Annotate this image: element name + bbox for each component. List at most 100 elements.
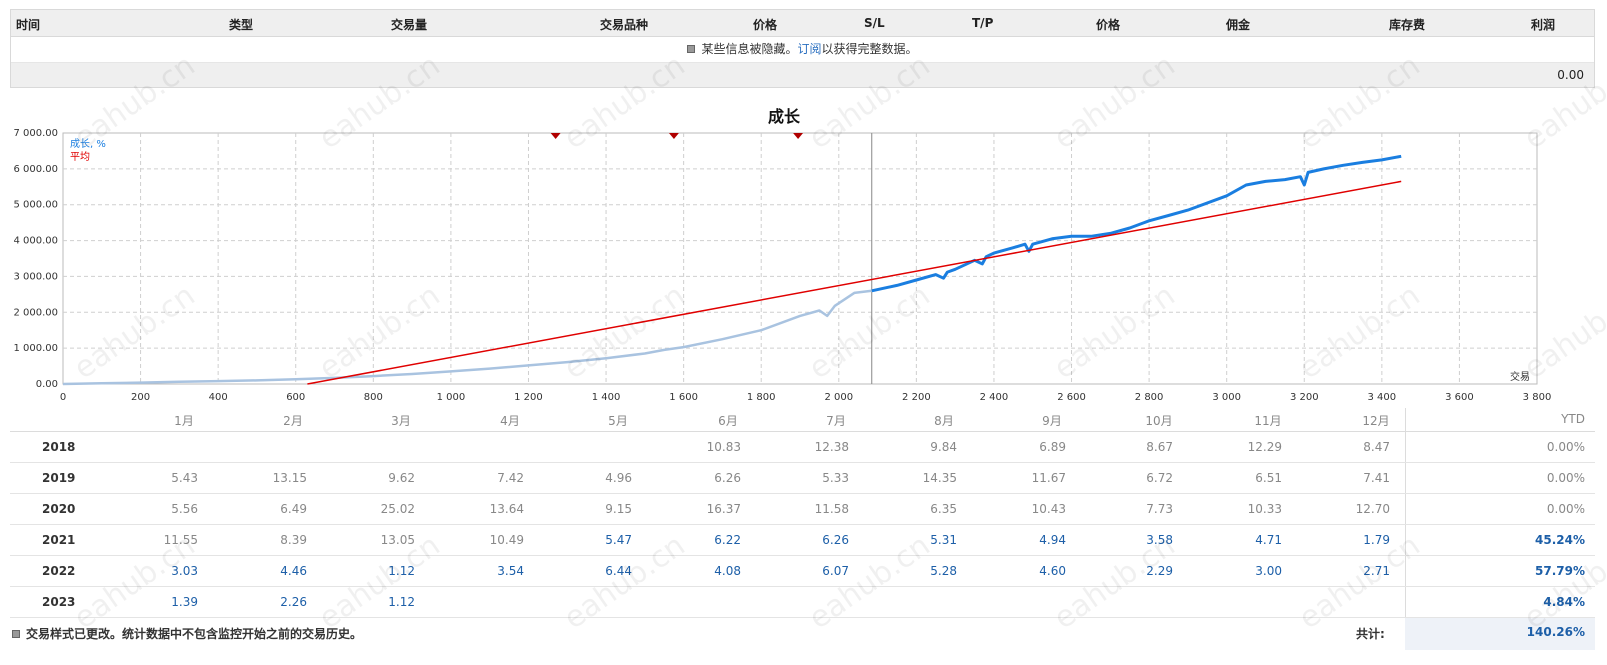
ytd-divider (1405, 463, 1406, 493)
y-axis-ticks: 0.00 1 000.00 2 000.00 3 000.00 4 000.00 5 00… (13, 128, 58, 390)
x-tick-label: 0 (60, 392, 66, 403)
total-value: 140.26% (1526, 625, 1585, 639)
month-value: 6.07 (822, 564, 849, 578)
legend-growth: 成长, % (70, 138, 106, 150)
month-header-11: 11月 (1254, 414, 1282, 428)
header-time[interactable]: 时间 (16, 16, 40, 33)
notice-suffix: 以获得完整数据。 (821, 42, 918, 56)
month-header-3: 3月 (391, 414, 411, 428)
month-value: 6.89 (1039, 440, 1066, 454)
monthly-footer: 交易样式已更改。统计数据中不包含监控开始之前的交易历史。 共计: 140.26% (10, 618, 1595, 650)
chart-title: 成长 (768, 107, 801, 126)
month-header-1: 1月 (174, 414, 194, 428)
month-value: 7.41 (1363, 471, 1390, 485)
month-value: 6.49 (280, 502, 307, 516)
header-swap[interactable]: 库存费 (1389, 16, 1425, 33)
month-value: 13.05 (380, 533, 415, 547)
month-value: 6.35 (930, 502, 957, 516)
month-header-5: 5月 (608, 414, 628, 428)
x-tick-label: 800 (364, 392, 383, 403)
header-profit[interactable]: 利润 (1531, 16, 1555, 33)
month-value: 5.47 (605, 533, 632, 547)
trade-history-table: 时间 类型 交易量 交易品种 价格 S/L T/P 价格 佣金 库存费 利润 某… (10, 9, 1595, 88)
x-tick-label: 3 800 (1523, 392, 1552, 403)
notice-prefix: 某些信息被隐藏。 (701, 42, 798, 56)
month-value: 1.39 (171, 595, 198, 609)
ytd-divider (1405, 408, 1406, 431)
month-value: 2.26 (280, 595, 307, 609)
footnote-text: 交易样式已更改。统计数据中不包含监控开始之前的交易历史。 (26, 627, 363, 641)
month-value: 8.67 (1146, 440, 1173, 454)
monthly-row-2022: 2022 3.03 4.46 1.12 3.54 6.44 4.08 6.07 5.28 4.60… (10, 556, 1595, 587)
month-value: 3.54 (497, 564, 524, 578)
x-tick-label: 2 600 (1057, 392, 1086, 403)
x-tick-label: 1 000 (437, 392, 466, 403)
month-value: 7.42 (497, 471, 524, 485)
event-marker-icon[interactable] (793, 133, 804, 139)
trade-table-header: 时间 类型 交易量 交易品种 价格 S/L T/P 价格 佣金 库存费 利润 (11, 10, 1594, 37)
x-axis-ticks: 0 200 400 600 800 1 000 1 200 1 400 1 600 1 800 2 … (60, 392, 1552, 403)
growth-chart: 成长 0.00 1 000.00 2 000.00 3 000.00 4 000.00 5… (13, 107, 1552, 403)
month-value: 1.12 (388, 595, 415, 609)
ytd-divider (1405, 556, 1406, 586)
ytd-value: 0.00% (1546, 471, 1585, 485)
month-header-6: 6月 (718, 414, 738, 428)
ytd-divider (1405, 432, 1406, 462)
monthly-header: 1月 2月 3月 4月 5月 6月 7月 8月 9月 10月 11月 12月 Y… (10, 408, 1595, 432)
header-sl[interactable]: S/L (864, 16, 885, 30)
info-square-icon (687, 44, 696, 53)
event-marker-icon[interactable] (668, 133, 679, 139)
month-value: 1.12 (388, 564, 415, 578)
header-tp[interactable]: T/P (972, 16, 993, 30)
x-tick-label: 3 200 (1290, 392, 1319, 403)
month-value: 1.79 (1363, 533, 1390, 547)
x-tick-label: 1 600 (669, 392, 698, 403)
info-square-icon (12, 629, 20, 638)
month-value: 4.08 (714, 564, 741, 578)
y-tick-label: 3 000.00 (13, 271, 58, 282)
month-value: 4.96 (605, 471, 632, 485)
month-value: 8.47 (1363, 440, 1390, 454)
month-value: 5.56 (171, 502, 198, 516)
y-tick-label: 5 000.00 (13, 200, 58, 211)
monthly-row-2023: 2023 1.39 2.26 1.12 4.84% (10, 587, 1595, 618)
header-price-open[interactable]: 价格 (753, 16, 777, 33)
month-value: 9.62 (388, 471, 415, 485)
growth-line-pre-monitoring (62, 289, 872, 386)
monthly-row-2020: 2020 5.56 6.49 25.02 13.64 9.15 16.37 11.58 6.35… (10, 494, 1595, 525)
month-value: 9.15 (605, 502, 632, 516)
month-value: 5.28 (930, 564, 957, 578)
month-header-9: 9月 (1042, 414, 1062, 428)
header-volume[interactable]: 交易量 (391, 16, 427, 33)
x-tick-label: 400 (209, 392, 228, 403)
month-value: 6.51 (1255, 471, 1282, 485)
month-value: 12.29 (1247, 440, 1282, 454)
total-label: 共计: (1356, 627, 1385, 641)
month-value: 10.83 (706, 440, 741, 454)
y-tick-label: 6 000.00 (13, 164, 58, 175)
x-tick-label: 600 (286, 392, 305, 403)
month-value: 5.31 (930, 533, 957, 547)
monthly-row-2021: 2021 11.55 8.39 13.05 10.49 5.47 6.22 6.26 5.31 4… (10, 525, 1595, 556)
x-axis-label: 交易 (1510, 370, 1530, 383)
event-marker-icon[interactable] (550, 133, 561, 139)
month-value: 5.43 (171, 471, 198, 485)
month-header-7: 7月 (826, 414, 846, 428)
year-label: 2020 (42, 502, 76, 516)
month-value: 11.58 (814, 502, 849, 516)
month-value: 10.33 (1247, 502, 1282, 516)
month-value: 4.46 (280, 564, 307, 578)
year-label: 2022 (42, 564, 76, 578)
header-commission[interactable]: 佣金 (1226, 16, 1250, 33)
header-type[interactable]: 类型 (229, 16, 253, 33)
month-value: 4.94 (1039, 533, 1066, 547)
x-tick-label: 3 000 (1212, 392, 1241, 403)
month-value: 6.26 (822, 533, 849, 547)
header-symbol[interactable]: 交易品种 (600, 16, 648, 33)
header-price-close[interactable]: 价格 (1096, 16, 1120, 33)
x-tick-label: 3 400 (1368, 392, 1397, 403)
month-header-10: 10月 (1145, 414, 1173, 428)
subscribe-link[interactable]: 订阅 (797, 42, 821, 56)
hidden-info-notice: 某些信息被隐藏。订阅以获得完整数据。 (11, 37, 1594, 63)
y-tick-label: 7 000.00 (13, 128, 58, 139)
